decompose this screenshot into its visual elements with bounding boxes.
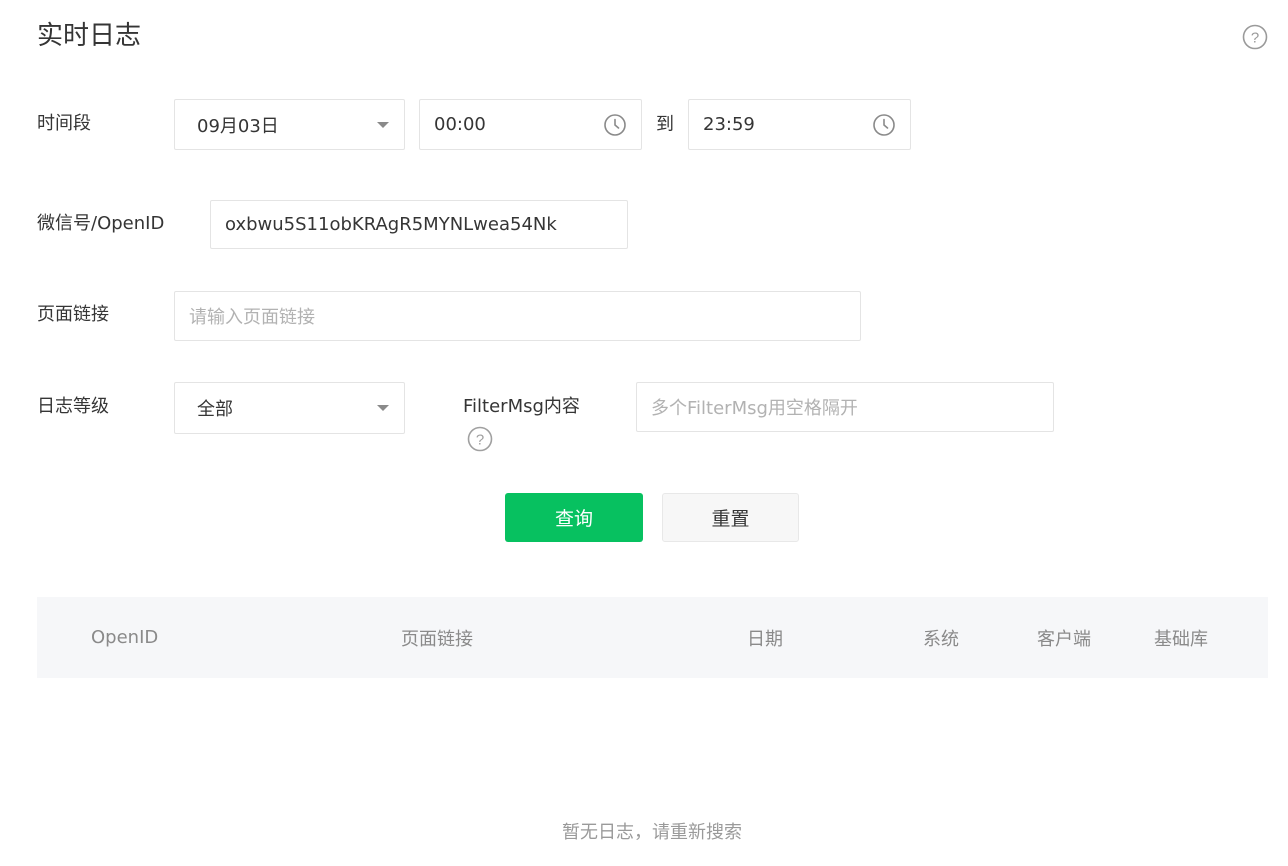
- page-link-input[interactable]: 请输入页面链接: [174, 291, 861, 341]
- svg-text:?: ?: [476, 432, 484, 449]
- filter-msg-input[interactable]: 多个FilterMsg用空格隔开: [636, 382, 1054, 432]
- svg-text:?: ?: [1251, 30, 1259, 47]
- chevron-down-icon: [377, 405, 389, 411]
- search-button[interactable]: 查询: [505, 493, 643, 542]
- filter-msg-label: FilterMsg内容: [463, 396, 580, 417]
- start-time-value: 00:00: [434, 114, 486, 135]
- help-circle-icon[interactable]: ?: [1242, 24, 1268, 50]
- page-link-placeholder: 请输入页面链接: [189, 307, 315, 328]
- to-label: 到: [656, 114, 674, 135]
- page-title: 实时日志: [37, 21, 142, 51]
- column-header-page-link: 页面链接: [401, 628, 473, 650]
- column-header-base-library: 基础库: [1154, 628, 1208, 650]
- column-header-openid: OpenID: [91, 627, 159, 648]
- date-select[interactable]: 09月03日: [174, 99, 405, 150]
- column-header-date: 日期: [747, 628, 783, 650]
- filter-msg-placeholder: 多个FilterMsg用空格隔开: [651, 398, 858, 419]
- openid-label: 微信号/OpenID: [37, 213, 165, 234]
- column-header-system: 系统: [923, 628, 959, 650]
- chevron-down-icon: [377, 121, 389, 128]
- log-level-label: 日志等级: [37, 396, 109, 417]
- date-select-value: 09月03日: [197, 115, 279, 137]
- log-level-value: 全部: [197, 399, 233, 420]
- empty-state-text: 暂无日志，请重新搜索: [562, 822, 742, 843]
- realtime-log-page: 实时日志 ? 时间段 09月03日 00:00 到 23:59 微信号/Open…: [0, 0, 1288, 866]
- column-header-client: 客户端: [1037, 628, 1091, 650]
- reset-button[interactable]: 重置: [662, 493, 799, 542]
- clock-icon: [873, 113, 895, 136]
- openid-input[interactable]: oxbwu5S11obKRAgR5MYNLwea54Nk: [210, 200, 628, 249]
- help-circle-icon[interactable]: ?: [467, 426, 493, 452]
- end-time-value: 23:59: [703, 114, 755, 135]
- table-header: OpenID 页面链接 日期 系统 客户端 基础库: [37, 597, 1268, 678]
- openid-value: oxbwu5S11obKRAgR5MYNLwea54Nk: [225, 214, 557, 235]
- start-time-input[interactable]: 00:00: [419, 99, 642, 150]
- end-time-input[interactable]: 23:59: [688, 99, 911, 150]
- log-level-select[interactable]: 全部: [174, 382, 405, 434]
- page-link-label: 页面链接: [37, 304, 109, 325]
- time-range-label: 时间段: [37, 113, 91, 134]
- clock-icon: [604, 113, 626, 136]
